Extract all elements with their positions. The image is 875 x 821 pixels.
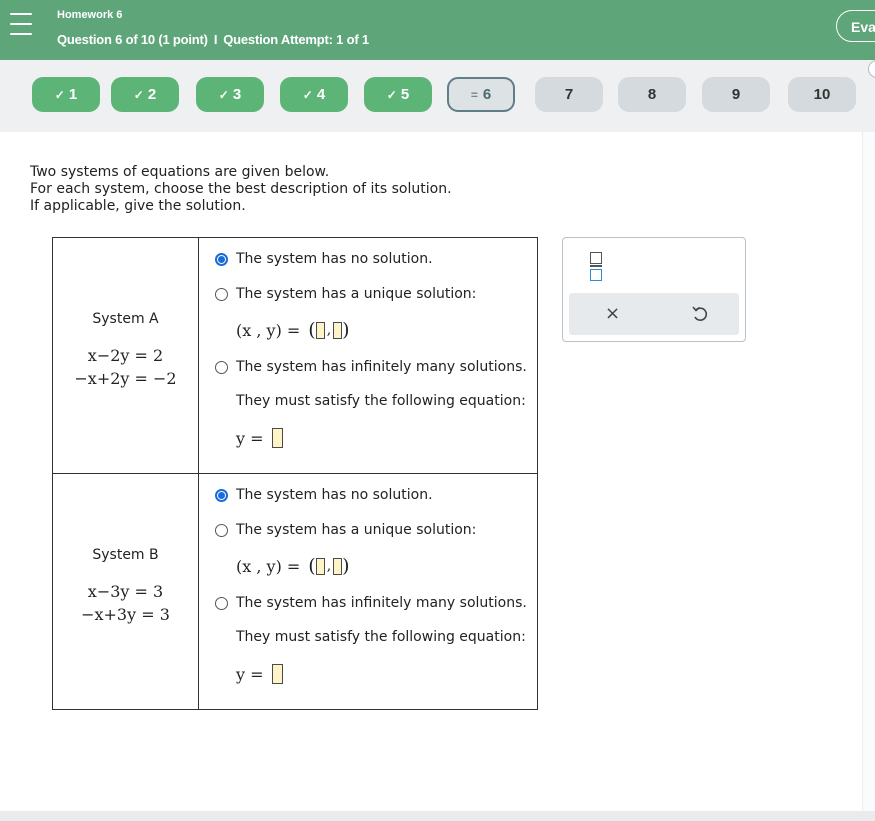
question-number: 5 — [400, 86, 410, 103]
question-nav: ✓ 1 ✓ 2 ✓ 3 ✓ 4 ✓ 5 = 6 7 8 9 10 — [0, 60, 875, 132]
system-name: System A — [92, 311, 159, 327]
instructions: Two systems of equations are given below… — [30, 164, 452, 215]
right-paren: ) — [342, 555, 350, 577]
assignment-title: Homework 6 — [57, 9, 123, 21]
question-number: 9 — [731, 86, 741, 103]
option-infinite-solutions[interactable]: The system has infinitely many solutions… — [215, 595, 527, 611]
instruction-line-2: For each system, choose the best descrip… — [30, 181, 452, 197]
radio-unselected[interactable] — [215, 596, 228, 610]
radio-unselected[interactable] — [215, 523, 228, 537]
check-icon: ✓ — [133, 87, 144, 102]
infinite-equation: y = — [236, 428, 283, 448]
question-info: Question 6 of 10 (1 point) I Question Atte… — [57, 32, 369, 47]
question-number: 10 — [813, 86, 831, 103]
y-equation-answer-box[interactable] — [271, 664, 283, 684]
question-number: 2 — [147, 86, 157, 103]
header-bar: Homework 6 Question 6 of 10 (1 point) I Qu… — [0, 0, 875, 60]
x-answer-box[interactable] — [315, 321, 325, 339]
infinite-instruction: They must satisfy the following equation… — [236, 629, 526, 645]
radio-unselected[interactable] — [215, 287, 228, 301]
system-equation-1: x−2y = 2 — [87, 346, 164, 365]
option-label: The system has no solution. — [236, 251, 433, 267]
infinite-instruction: They must satisfy the following equation… — [236, 393, 526, 409]
radio-unselected[interactable] — [215, 360, 228, 374]
question-number: 6 — [482, 86, 492, 103]
hamburger-icon[interactable] — [10, 13, 32, 35]
option-unique-solution[interactable]: The system has a unique solution: — [215, 286, 476, 302]
question-number: 3 — [232, 86, 242, 103]
radio-selected[interactable] — [215, 488, 228, 502]
check-icon: ✓ — [54, 87, 65, 102]
systems-table: System A x−2y = 2 −x+2y = −2 The system … — [52, 237, 538, 710]
x-answer-box[interactable] — [315, 557, 325, 575]
question-5-button[interactable]: ✓ 5 — [364, 77, 432, 112]
instruction-line-1: Two systems of equations are given below… — [30, 164, 330, 180]
system-b-options: The system has no solution. The system h… — [198, 473, 538, 710]
question-6-button[interactable]: = 6 — [447, 77, 515, 112]
math-tool-panel: × — [562, 237, 746, 342]
question-1-button[interactable]: ✓ 1 — [32, 77, 100, 112]
fraction-icon[interactable] — [590, 252, 602, 281]
system-equation-1: x−3y = 3 — [87, 582, 164, 601]
check-icon: ✓ — [386, 87, 397, 102]
option-label: The system has infinitely many solutions… — [236, 359, 527, 375]
tool-action-bar: × — [569, 293, 739, 335]
system-b-cell: System B x−3y = 3 −x+3y = 3 — [52, 473, 199, 710]
attempt-text: Question Attempt: 1 of 1 — [223, 32, 369, 47]
question-10-button[interactable]: 10 — [788, 77, 856, 112]
option-no-solution[interactable]: The system has no solution. — [215, 487, 433, 503]
instruction-line-3: If applicable, give the solution. — [30, 198, 246, 214]
option-infinite-solutions[interactable]: The system has infinitely many solutions… — [215, 359, 527, 375]
undo-icon[interactable] — [690, 304, 710, 324]
y-answer-box[interactable] — [333, 557, 343, 575]
option-label: The system has infinitely many solutions… — [236, 595, 527, 611]
question-2-button[interactable]: ✓ 2 — [111, 77, 179, 112]
option-label: The system has no solution. — [236, 487, 433, 503]
option-unique-solution[interactable]: The system has a unique solution: — [215, 522, 476, 538]
question-4-button[interactable]: ✓ 4 — [280, 77, 348, 112]
right-scroll-gutter[interactable] — [862, 132, 875, 812]
y-answer-box[interactable] — [333, 321, 343, 339]
question-3-button[interactable]: ✓ 3 — [196, 77, 264, 112]
question-9-button[interactable]: 9 — [702, 77, 770, 112]
right-paren: ) — [342, 319, 350, 341]
question-number: 8 — [647, 86, 657, 103]
question-7-button[interactable]: 7 — [535, 77, 603, 112]
xy-expression: (x , y) = — [236, 556, 301, 576]
question-number: 7 — [564, 86, 574, 103]
unique-solution-expression: (x , y) = (,) — [236, 319, 350, 341]
evaluate-button[interactable]: Eva — [836, 10, 875, 42]
check-icon: ✓ — [302, 87, 313, 102]
bottom-bar — [0, 811, 875, 821]
question-8-button[interactable]: 8 — [618, 77, 686, 112]
comma: , — [326, 322, 332, 338]
y-equation-answer-box[interactable] — [271, 428, 283, 448]
system-a-cell: System A x−2y = 2 −x+2y = −2 — [52, 237, 199, 474]
y-equals: y = — [236, 428, 264, 448]
xy-expression: (x , y) = — [236, 320, 301, 340]
comma: , — [326, 558, 332, 574]
system-a-options: The system has no solution. The system h… — [198, 237, 538, 474]
system-equation-2: −x+2y = −2 — [74, 369, 177, 388]
option-label: The system has a unique solution: — [236, 286, 477, 302]
system-name: System B — [92, 547, 159, 563]
infinite-equation: y = — [236, 664, 283, 684]
current-question-icon: = — [470, 87, 478, 102]
left-paren: ( — [308, 319, 316, 341]
radio-selected[interactable] — [215, 252, 228, 266]
option-no-solution[interactable]: The system has no solution. — [215, 251, 433, 267]
question-number: 1 — [68, 86, 78, 103]
system-equation-2: −x+3y = 3 — [81, 605, 170, 624]
header-separator: I — [213, 32, 218, 47]
unique-solution-expression: (x , y) = (,) — [236, 555, 350, 577]
question-number-text: Question 6 of 10 (1 point) — [57, 32, 208, 47]
clear-icon[interactable]: × — [605, 304, 620, 324]
question-number: 4 — [316, 86, 326, 103]
left-paren: ( — [308, 555, 316, 577]
system-a-row: System A x−2y = 2 −x+2y = −2 The system … — [52, 237, 538, 474]
check-icon: ✓ — [218, 87, 229, 102]
y-equals: y = — [236, 664, 264, 684]
option-label: The system has a unique solution: — [236, 522, 477, 538]
system-b-row: System B x−3y = 3 −x+3y = 3 The system h… — [52, 473, 538, 710]
